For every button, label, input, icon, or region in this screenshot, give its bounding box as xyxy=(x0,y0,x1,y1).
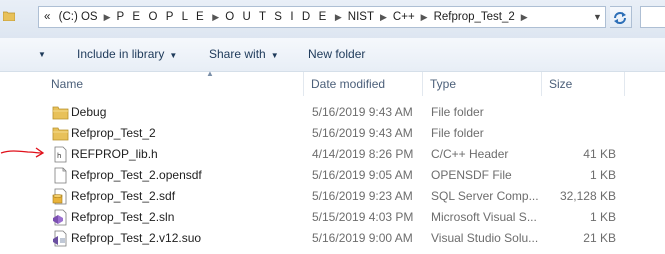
file-row[interactable]: Refprop_Test_2.sln 5/15/2019 4:03 PM Mic… xyxy=(38,207,665,228)
column-header-name-label: Name xyxy=(51,77,84,91)
file-row[interactable]: Refprop_Test_2.v12.suo 5/16/2019 9:00 AM… xyxy=(38,228,665,249)
column-header-date[interactable]: Date modified xyxy=(304,72,423,96)
file-size xyxy=(550,102,616,123)
breadcrumb-item[interactable]: (C:) OS xyxy=(59,11,98,23)
file-name: Refprop_Test_2 xyxy=(71,126,156,140)
column-headers: Name ▲ Date modified Type Size xyxy=(38,69,665,96)
file-type: Visual Studio Solu... xyxy=(431,231,539,245)
refresh-icon xyxy=(614,12,626,24)
file-date: 5/16/2019 9:43 AM xyxy=(312,105,413,119)
file-size: 1 KB xyxy=(589,168,616,182)
file-row[interactable]: Refprop_Test_2.opensdf 5/16/2019 9:05 AM… xyxy=(38,165,665,186)
breadcrumb: « (C:) OS ▶ P E O P L E ▶ O U T S I D E ▶ NIST… xyxy=(44,6,534,28)
chevron-down-icon: ▼ xyxy=(270,51,279,60)
breadcrumb-separator-icon[interactable]: ▶ xyxy=(335,12,342,22)
address-bar: « (C:) OS ▶ P E O P L E ▶ O U T S I D E ▶ NIST… xyxy=(0,0,665,38)
breadcrumb-item[interactable]: NIST xyxy=(348,11,374,23)
file-row[interactable]: Refprop_Test_2.sdf 5/16/2019 9:23 AM SQL… xyxy=(38,186,665,207)
column-header-type-label: Type xyxy=(430,77,457,91)
file-row[interactable]: h REFPROP_lib.h 4/14/2019 8:26 PM C/C++ … xyxy=(38,144,665,165)
annotation-arrow-icon xyxy=(0,147,45,158)
file-date: 5/16/2019 9:43 AM xyxy=(312,126,413,140)
command-bar: ▼ Include in library ▼ Share with ▼ New fo… xyxy=(0,38,665,72)
svg-text:h: h xyxy=(57,152,61,160)
breadcrumb-item[interactable]: Refprop_Test_2 xyxy=(434,11,515,23)
breadcrumb-item[interactable]: O U T S I D E xyxy=(225,11,329,23)
file-name: Refprop_Test_2.v12.suo xyxy=(71,231,202,245)
breadcrumb-overflow[interactable]: « xyxy=(44,11,50,23)
new-folder-button[interactable]: New folder xyxy=(308,38,365,71)
file-type: C/C++ Header xyxy=(431,147,509,161)
chevron-down-icon: ▼ xyxy=(169,51,178,60)
file-date: 5/16/2019 9:23 AM xyxy=(312,189,413,203)
solution-file-icon xyxy=(53,209,67,226)
refresh-button[interactable] xyxy=(610,6,632,28)
file-row[interactable]: Refprop_Test_2 5/16/2019 9:43 AM File fo… xyxy=(38,123,665,144)
file-size xyxy=(550,123,616,144)
file-size: 21 KB xyxy=(583,231,616,245)
file-type: File folder xyxy=(431,126,484,140)
header-file-icon: h xyxy=(54,146,67,163)
file-name: Debug xyxy=(71,105,107,119)
file-name: Refprop_Test_2.sln xyxy=(71,210,175,224)
breadcrumb-separator-icon[interactable]: ▶ xyxy=(104,12,111,22)
file-type: SQL Server Comp... xyxy=(431,189,539,203)
column-header-size[interactable]: Size xyxy=(542,72,625,96)
file-type: OPENSDF File xyxy=(431,168,512,182)
file-date: 5/16/2019 9:00 AM xyxy=(312,231,413,245)
share-with-button[interactable]: Share with ▼ xyxy=(209,38,279,71)
breadcrumb-separator-icon[interactable]: ▶ xyxy=(421,12,428,22)
breadcrumb-separator-icon[interactable]: ▶ xyxy=(380,12,387,22)
file-date: 5/15/2019 4:03 PM xyxy=(312,210,414,224)
sort-ascending-icon: ▲ xyxy=(206,69,214,78)
share-with-label: Share with xyxy=(209,47,266,61)
breadcrumb-item[interactable]: P E O P L E xyxy=(117,11,207,23)
file-type: File folder xyxy=(431,105,484,119)
column-header-type[interactable]: Type xyxy=(423,72,542,96)
folder-icon xyxy=(52,127,69,141)
include-in-library-button[interactable]: Include in library ▼ xyxy=(77,38,177,71)
breadcrumb-item[interactable]: C++ xyxy=(393,11,415,23)
file-size: 1 KB xyxy=(589,210,616,224)
column-header-name[interactable]: Name xyxy=(44,72,304,96)
new-folder-label: New folder xyxy=(308,47,366,61)
suo-file-icon xyxy=(53,230,67,247)
file-date: 5/16/2019 9:05 AM xyxy=(312,168,413,182)
column-header-size-label: Size xyxy=(549,77,573,91)
sql-file-icon xyxy=(52,188,67,205)
file-size: 32,128 KB xyxy=(559,189,616,203)
file-size: 41 KB xyxy=(583,147,616,161)
file-name: Refprop_Test_2.sdf xyxy=(71,189,176,203)
file-icon xyxy=(54,167,67,184)
chevron-down-icon[interactable]: ▼ xyxy=(589,6,606,28)
organize-chevron-icon[interactable]: ▼ xyxy=(38,38,46,71)
file-name: REFPROP_lib.h xyxy=(71,147,158,161)
file-date: 4/14/2019 8:26 PM xyxy=(312,147,414,161)
file-name: Refprop_Test_2.opensdf xyxy=(71,168,202,182)
include-in-library-label: Include in library xyxy=(77,47,165,61)
breadcrumb-separator-icon[interactable]: ▶ xyxy=(521,12,528,22)
search-input[interactable] xyxy=(640,6,665,28)
file-row[interactable]: Debug 5/16/2019 9:43 AM File folder xyxy=(38,102,665,123)
folder-icon xyxy=(52,106,69,120)
folder-icon xyxy=(3,11,15,21)
file-type: Microsoft Visual S... xyxy=(431,210,537,224)
column-header-date-label: Date modified xyxy=(311,77,386,91)
breadcrumb-separator-icon[interactable]: ▶ xyxy=(212,12,219,22)
